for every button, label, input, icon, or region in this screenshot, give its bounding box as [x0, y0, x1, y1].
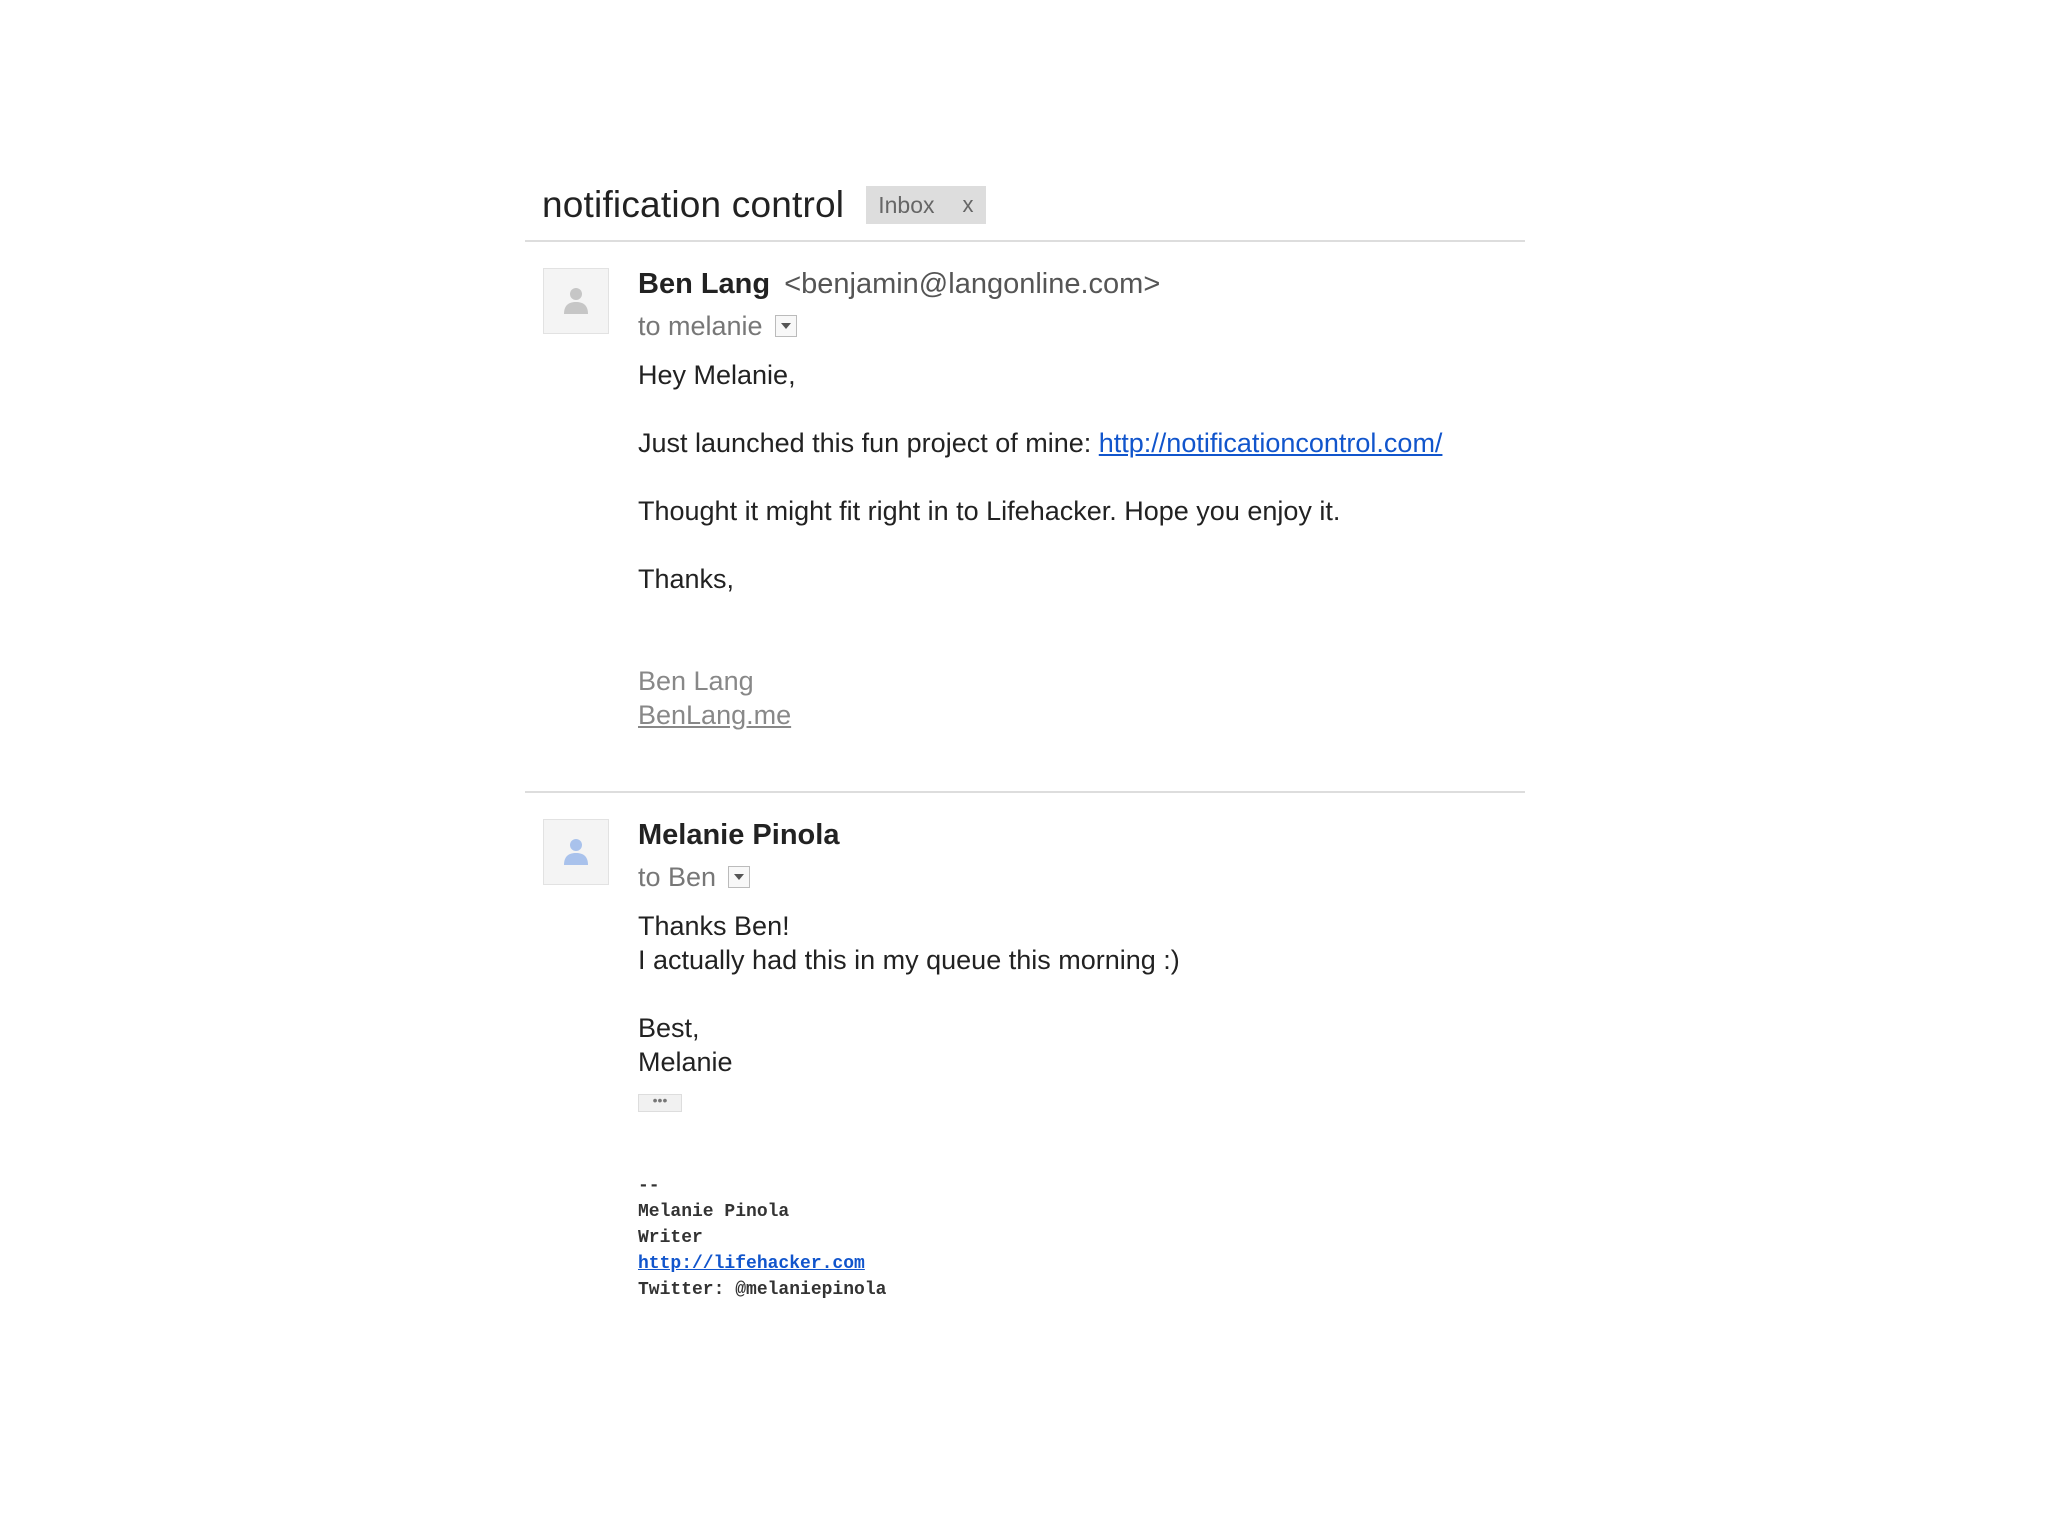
sender-email: <benjamin@langonline.com>	[784, 268, 1161, 300]
message-content: Thanks Ben! I actually had this in my qu…	[638, 909, 1525, 1303]
signature-name: Ben Lang	[638, 666, 754, 696]
message-paragraph: Thought it might fit right in to Lifehac…	[638, 496, 1341, 526]
remove-label-button[interactable]: x	[963, 192, 974, 218]
person-silhouette-icon	[564, 839, 588, 865]
show-trimmed-content-button[interactable]: •••	[638, 1093, 682, 1112]
message-paragraph: Just launched this fun project of mine: …	[638, 426, 1525, 460]
signature-name: Melanie Pinola	[638, 1202, 790, 1222]
details-dropdown-button[interactable]	[774, 315, 797, 337]
message-body: Ben Lang <benjamin@langonline.com> to me…	[638, 266, 1525, 732]
recipient-line: to melanie	[638, 308, 1525, 344]
signature-link[interactable]: BenLang.me	[638, 700, 791, 730]
closing-name: Melanie	[638, 1047, 733, 1077]
project-link[interactable]: http://notificationcontrol.com/	[1099, 428, 1443, 458]
triangle-down-icon	[734, 874, 745, 880]
avatar	[543, 819, 609, 885]
signature-link[interactable]: http://lifehacker.com	[638, 1254, 865, 1274]
recipient-text: to melanie	[638, 310, 763, 341]
recipient-line: to Ben	[638, 859, 1525, 895]
signature-dash: --	[638, 1176, 660, 1196]
message-ben-lang[interactable]: Ben Lang <benjamin@langonline.com> to me…	[525, 242, 1525, 791]
avatar	[543, 268, 609, 334]
paragraph-text: Just launched this fun project of mine:	[638, 428, 1099, 458]
sender-name[interactable]: Ben Lang	[638, 268, 770, 300]
details-dropdown-button[interactable]	[728, 866, 751, 888]
message-melanie-pinola[interactable]: Melanie Pinola to Ben Thanks Ben! I actu…	[525, 793, 1525, 1303]
message-body: Melanie Pinola to Ben Thanks Ben! I actu…	[638, 817, 1525, 1303]
signature-title: Writer	[638, 1228, 703, 1248]
message-line: Thanks Ben!	[638, 911, 790, 941]
greeting-text: Hey Melanie,	[638, 360, 796, 390]
triangle-down-icon	[780, 323, 791, 329]
thread-subject: notification control	[542, 184, 845, 225]
sender-name[interactable]: Melanie Pinola	[638, 819, 839, 851]
sender-line: Melanie Pinola	[638, 817, 1525, 853]
closing-text: Thanks,	[638, 564, 735, 594]
signature: Ben Lang BenLang.me	[638, 664, 1525, 732]
inbox-label-text[interactable]: Inbox	[878, 192, 934, 219]
signature-twitter: Twitter: @melaniepinola	[638, 1280, 887, 1300]
closing-text: Best,	[638, 1013, 700, 1043]
message-content: Hey Melanie, Just launched this fun proj…	[638, 358, 1525, 732]
recipient-text: to Ben	[638, 861, 717, 892]
inbox-label-chip[interactable]: Inbox x	[866, 186, 986, 224]
email-thread: notification control Inbox x Ben Lang <b…	[525, 170, 1525, 1303]
subject-row: notification control Inbox x	[525, 170, 1525, 240]
sender-line: Ben Lang <benjamin@langonline.com>	[638, 266, 1525, 302]
person-silhouette-icon	[564, 288, 588, 314]
signature: -- Melanie Pinola Writer http://lifehack…	[638, 1173, 1525, 1303]
message-line: I actually had this in my queue this mor…	[638, 945, 1180, 975]
